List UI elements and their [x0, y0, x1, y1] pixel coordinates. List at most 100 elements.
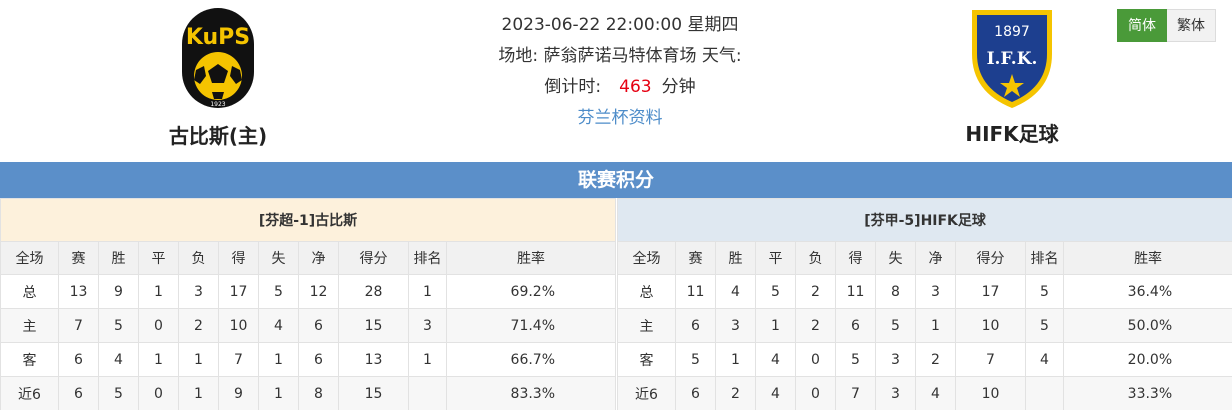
simplified-chinese-button[interactable]: 简体 [1117, 9, 1167, 42]
match-countdown: 倒计时: 463 分钟 [420, 72, 820, 103]
row-label: 近6 [0, 376, 59, 410]
away-table-body: 总 11 4 5 2 11 8 3 17 5 36.4% 主 6 3 1 2 6 5 1 10 5 50.0% 客 5 1 4 0 5… [617, 274, 1232, 410]
svg-text:KuPS: KuPS [186, 25, 250, 50]
table-row: 主 7 5 0 2 10 4 6 15 3 71.4% [0, 308, 617, 343]
traditional-chinese-button[interactable]: 繁体 [1167, 9, 1216, 42]
column-header: 胜 [98, 241, 139, 275]
table-cell: 1 [178, 376, 219, 410]
column-header: 得 [218, 241, 259, 275]
column-header: 平 [755, 241, 796, 275]
table-cell: 6 [298, 308, 339, 343]
table-row: 总 11 4 5 2 11 8 3 17 5 36.4% [617, 274, 1232, 309]
home-team: KuPS 1923 古比斯(主) [118, 0, 318, 149]
table-cell: 13 [338, 342, 409, 377]
column-header: 失 [875, 241, 916, 275]
column-header: 平 [138, 241, 179, 275]
column-header: 得分 [955, 241, 1026, 275]
table-cell: 3 [915, 274, 956, 309]
table-row: 客 5 1 4 0 5 3 2 7 4 20.0% [617, 342, 1232, 377]
countdown-label: 倒计时: [544, 77, 602, 97]
column-header: 全场 [0, 241, 59, 275]
table-cell: 10 [218, 308, 259, 343]
table-cell: 4 [755, 376, 796, 410]
table-cell: 2 [715, 376, 756, 410]
table-cell: 6 [58, 376, 99, 410]
away-standings-table: [芬甲-5]HIFK足球 全场赛胜平负得失净得分 排名 胜率 总 11 4 5 2 11 8 3 1… [616, 198, 1232, 410]
table-cell: 7 [955, 342, 1026, 377]
column-header: 净 [298, 241, 339, 275]
table-cell: 7 [58, 308, 99, 343]
table-cell: 0 [138, 376, 179, 410]
match-info: 2023-06-22 22:00:00 星期四 场地: 萨翁萨诺马特体育场 天气… [420, 10, 820, 134]
column-header: 负 [178, 241, 219, 275]
table-cell: 71.4% [445, 308, 617, 343]
table-cell: 6 [58, 342, 99, 377]
table-cell: 1 [715, 342, 756, 377]
table-cell: 1 [408, 342, 447, 377]
row-label: 客 [0, 342, 59, 377]
row-label: 近6 [617, 376, 676, 410]
table-cell: 1 [408, 274, 447, 309]
table-cell: 15 [338, 308, 409, 343]
table-cell: 1 [915, 308, 956, 343]
table-cell: 3 [875, 342, 916, 377]
home-table-header: 全场赛胜平负得失净得分 排名 胜率 [0, 241, 617, 275]
countdown-value: 463 [619, 77, 652, 97]
table-cell: 2 [178, 308, 219, 343]
home-standings-table: [芬超-1]古比斯 全场赛胜平负得失净得分 排名 胜率 总 13 9 1 3 17 5 12 28 1… [0, 198, 617, 410]
table-cell: 6 [675, 308, 716, 343]
match-datetime: 2023-06-22 22:00:00 星期四 [501, 15, 739, 35]
table-cell: 4 [258, 308, 299, 343]
table-cell: 0 [795, 376, 836, 410]
home-team-logo-icon: KuPS 1923 [182, 8, 254, 108]
away-team-name: HIFK足球 [965, 122, 1059, 146]
match-header: KuPS 1923 古比斯(主) 2023-06-22 22:00:00 星期四… [0, 0, 1232, 162]
table-cell: 17 [955, 274, 1026, 309]
table-cell: 5 [835, 342, 876, 377]
table-cell: 6 [298, 342, 339, 377]
table-cell: 11 [675, 274, 716, 309]
table-cell: 15 [338, 376, 409, 410]
svg-text:1897: 1897 [994, 24, 1030, 40]
table-row: 主 6 3 1 2 6 5 1 10 5 50.0% [617, 308, 1232, 343]
row-label: 主 [617, 308, 676, 343]
countdown-unit: 分钟 [661, 77, 696, 97]
column-header: 全场 [617, 241, 676, 275]
away-team-logo-icon: 1897 I.F.K. [972, 10, 1052, 108]
table-cell: 1 [138, 274, 179, 309]
table-cell [1025, 376, 1064, 410]
table-cell: 83.3% [445, 376, 617, 410]
column-header: 净 [915, 241, 956, 275]
section-title: 联赛积分 [0, 162, 1232, 198]
row-label: 客 [617, 342, 676, 377]
table-cell: 4 [915, 376, 956, 410]
table-cell: 5 [875, 308, 916, 343]
table-cell: 7 [218, 342, 259, 377]
table-cell: 0 [138, 308, 179, 343]
table-cell: 4 [715, 274, 756, 309]
table-cell: 2 [795, 308, 836, 343]
table-cell: 3 [408, 308, 447, 343]
league-info-link[interactable]: 芬兰杯资料 [578, 108, 663, 128]
table-cell: 20.0% [1062, 342, 1232, 377]
table-cell: 10 [955, 376, 1026, 410]
table-cell: 7 [835, 376, 876, 410]
table-cell: 10 [955, 308, 1026, 343]
table-cell: 36.4% [1062, 274, 1232, 309]
table-cell: 28 [338, 274, 409, 309]
column-header: 得分 [338, 241, 409, 275]
table-cell: 3 [715, 308, 756, 343]
match-venue: 场地: 萨翁萨诺马特体育场 天气: [498, 46, 742, 66]
column-header: 胜率 [445, 241, 617, 275]
table-cell: 5 [98, 308, 139, 343]
column-header: 胜率 [1062, 241, 1232, 275]
row-label: 总 [617, 274, 676, 309]
table-cell: 2 [915, 342, 956, 377]
table-cell: 5 [1025, 308, 1064, 343]
column-header: 赛 [58, 241, 99, 275]
column-header: 排名 [408, 241, 447, 275]
column-header: 赛 [675, 241, 716, 275]
column-header: 排名 [1025, 241, 1064, 275]
home-table-body: 总 13 9 1 3 17 5 12 28 1 69.2% 主 7 5 0 2 10 4 6 15 3 71.4% 客 6 4 1… [0, 274, 617, 410]
table-cell: 66.7% [445, 342, 617, 377]
